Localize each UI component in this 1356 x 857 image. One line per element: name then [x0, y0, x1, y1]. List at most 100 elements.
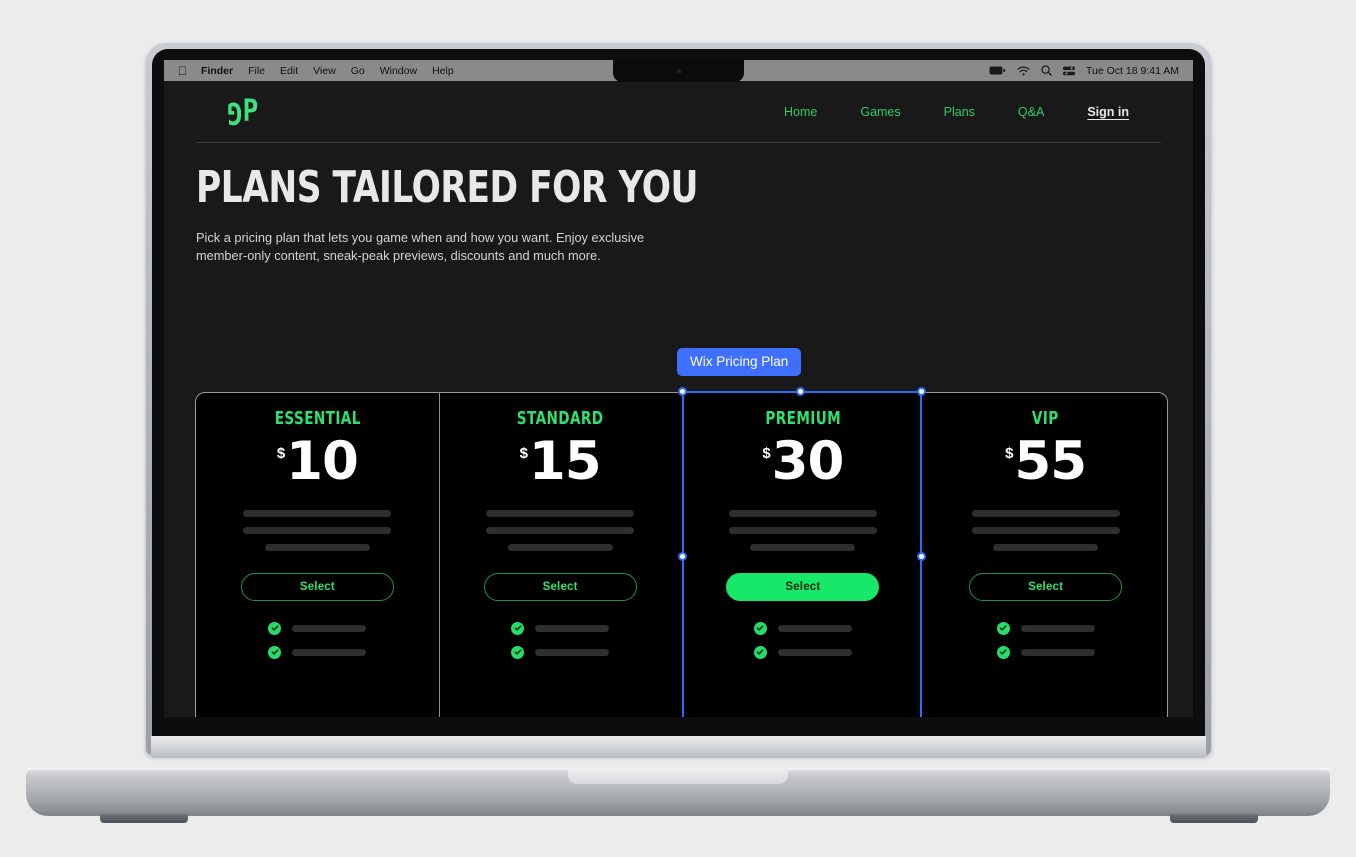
laptop-notch	[613, 60, 744, 82]
feature-placeholder-bar	[777, 624, 852, 632]
plan-amount: 55	[1014, 431, 1087, 492]
laptop-bottom-bezel	[151, 736, 1206, 758]
laptop-foot-left	[100, 814, 188, 823]
plan-price: $ 55	[1005, 431, 1087, 492]
plan-description-placeholders	[439, 509, 682, 551]
site-logo[interactable]: GP	[228, 94, 259, 129]
menu-item-view[interactable]: View	[313, 65, 336, 77]
menu-item-window[interactable]: Window	[380, 65, 417, 77]
plan-name: VIP	[1032, 409, 1059, 429]
apple-logo-icon[interactable]: 	[178, 65, 187, 77]
select-button[interactable]: Select	[483, 572, 637, 601]
feature-placeholder-bar	[535, 624, 610, 632]
check-circle-icon	[996, 621, 1010, 635]
site-navbar: GP Home Games Plans Q&A Sign in	[196, 81, 1161, 143]
check-circle-icon	[996, 645, 1010, 659]
plan-features	[753, 621, 852, 659]
laptop-mockup:  Finder File Edit View Go Window Help	[0, 0, 1356, 857]
plan-currency: $	[1005, 445, 1014, 462]
plan-card-essential[interactable]: ESSENTIAL $ 10 Select	[196, 393, 439, 717]
select-button[interactable]: Select	[240, 572, 394, 601]
plan-name: PREMIUM	[765, 409, 841, 429]
feature-row	[268, 621, 367, 635]
placeholder-bar	[728, 509, 877, 517]
placeholder-bar	[264, 543, 370, 551]
placeholder-bar	[971, 526, 1120, 534]
plan-description-placeholders	[924, 509, 1167, 551]
check-circle-icon	[753, 621, 767, 635]
placeholder-bar	[728, 526, 877, 534]
page-subtitle: Pick a pricing plan that lets you game w…	[196, 229, 645, 264]
plan-price: $ 15	[519, 431, 602, 492]
placeholder-bar	[993, 543, 1099, 551]
nav-link-games[interactable]: Games	[860, 105, 900, 119]
feature-row	[996, 645, 1095, 659]
feature-row	[268, 645, 367, 659]
wix-selection-label[interactable]: Wix Pricing Plan	[677, 348, 802, 376]
laptop-lid-groove	[568, 768, 788, 784]
check-circle-icon	[753, 645, 767, 659]
check-circle-icon	[268, 645, 282, 659]
plan-amount: 10	[286, 431, 359, 492]
plan-features	[996, 621, 1095, 659]
feature-row	[996, 621, 1095, 635]
plan-name: STANDARD	[516, 409, 604, 429]
feature-row	[511, 621, 610, 635]
feature-placeholder-bar	[1020, 624, 1095, 632]
feature-row	[753, 645, 852, 659]
plan-name: ESSENTIAL	[274, 409, 361, 429]
nav-link-qa[interactable]: Q&A	[1018, 105, 1044, 119]
menu-item-file[interactable]: File	[248, 65, 265, 77]
placeholder-bar	[243, 509, 392, 517]
check-circle-icon	[511, 621, 525, 635]
select-button[interactable]: Select	[726, 572, 880, 601]
feature-row	[753, 621, 852, 635]
search-icon[interactable]	[1041, 65, 1052, 76]
plan-card-premium[interactable]: PREMIUM $ 30 Select	[682, 393, 925, 717]
nav-links: Home Games Plans Q&A Sign in	[784, 105, 1129, 119]
nav-link-home[interactable]: Home	[784, 105, 817, 119]
feature-placeholder-bar	[1020, 648, 1095, 656]
battery-icon[interactable]	[989, 66, 1006, 75]
placeholder-bar	[486, 509, 635, 517]
menu-item-help[interactable]: Help	[432, 65, 454, 77]
placeholder-bar	[971, 509, 1120, 517]
plan-currency: $	[519, 445, 528, 462]
plan-currency: $	[276, 445, 286, 462]
plan-amount: 30	[771, 431, 845, 492]
logo-letter-p: P	[242, 94, 259, 129]
feature-placeholder-bar	[292, 624, 367, 632]
plan-features	[511, 621, 610, 659]
nav-link-plans[interactable]: Plans	[944, 105, 975, 119]
website-viewport: GP Home Games Plans Q&A Sign in PLANS TA…	[164, 81, 1193, 717]
placeholder-bar	[486, 526, 635, 534]
check-circle-icon	[268, 621, 282, 635]
laptop-screen:  Finder File Edit View Go Window Help	[164, 60, 1193, 717]
plan-price: $ 10	[276, 431, 359, 492]
feature-placeholder-bar	[777, 648, 852, 656]
menu-item-edit[interactable]: Edit	[280, 65, 298, 77]
placeholder-bar	[750, 543, 856, 551]
plan-card-standard[interactable]: STANDARD $ 15 Select	[438, 393, 682, 717]
plan-description-placeholders	[682, 509, 925, 551]
webcam-icon	[676, 69, 681, 74]
hero-section: PLANS TAILORED FOR YOU Pick a pricing pl…	[164, 143, 1193, 266]
plan-currency: $	[762, 445, 771, 462]
menu-item-finder[interactable]: Finder	[201, 65, 233, 77]
check-circle-icon	[511, 645, 525, 659]
plan-price: $ 30	[762, 431, 845, 492]
plan-features	[268, 621, 367, 659]
select-button[interactable]: Select	[969, 572, 1123, 601]
nav-sign-in-link[interactable]: Sign in	[1087, 105, 1129, 119]
plan-amount: 15	[528, 431, 602, 492]
logo-letter-g: G	[228, 94, 243, 129]
menubar-clock[interactable]: Tue Oct 18 9:41 AM	[1086, 65, 1179, 77]
menu-item-go[interactable]: Go	[351, 65, 365, 77]
feature-row	[511, 645, 610, 659]
pricing-plans-container: ESSENTIAL $ 10 Select STANDARD $ 15 Sele…	[195, 392, 1168, 717]
wifi-icon[interactable]	[1017, 65, 1030, 76]
plan-card-vip[interactable]: VIP $ 55 Select	[924, 393, 1167, 717]
control-center-icon[interactable]	[1063, 66, 1075, 76]
page-title: PLANS TAILORED FOR YOU	[196, 161, 698, 213]
feature-placeholder-bar	[292, 648, 367, 656]
